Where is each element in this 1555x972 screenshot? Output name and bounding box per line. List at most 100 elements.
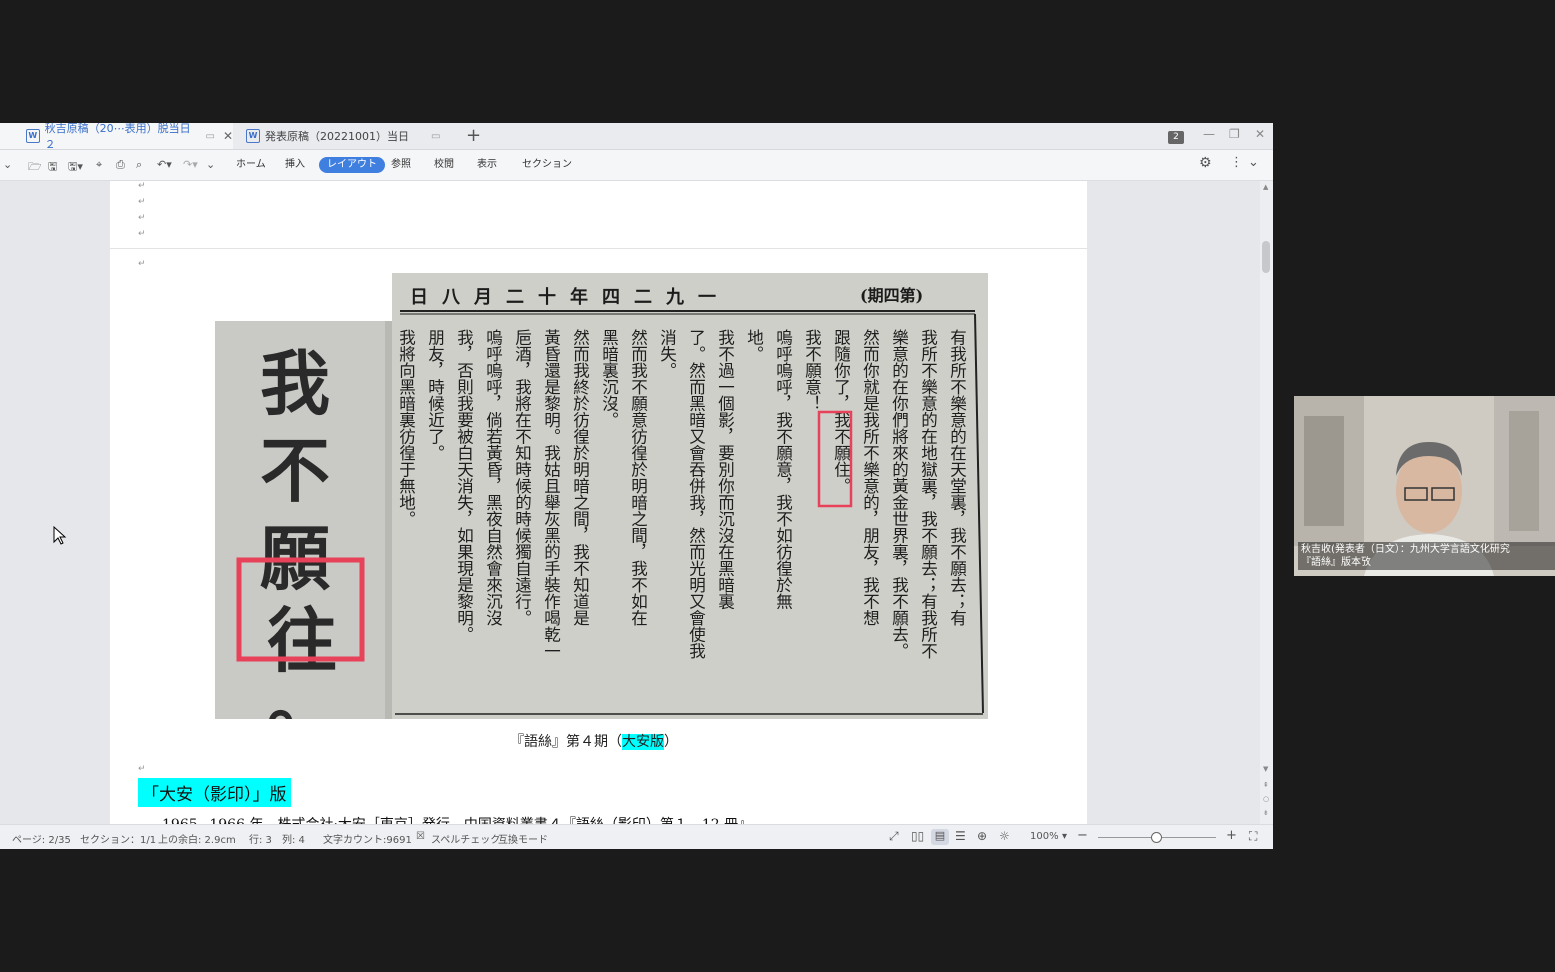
newspaper-column-text: 了。然而黑暗又會吞併我，然而光明又會使我 (687, 329, 706, 659)
newspaper-column-text: 黑暗裏沉沒。 (600, 329, 619, 428)
menu-review[interactable]: 校閲 (426, 157, 462, 173)
scroll-down-icon[interactable]: ▼ (1263, 765, 1268, 773)
zoom-out-icon[interactable]: − (1077, 828, 1088, 843)
line-indicator: 行: 3 (249, 835, 272, 846)
newspaper-column-text: 我，否則我要被白天消失，如果現是黎明。 (455, 329, 474, 643)
gear-icon[interactable]: ⚙ (1199, 155, 1212, 171)
word-count[interactable]: 文字カウント:9691 (323, 831, 412, 846)
wps-window: W 秋吉原稿（20⋯表用）脱当日２ ▭ ✕ W 発表原稿（20221001）当日… (0, 123, 1273, 849)
close-window-icon[interactable]: ✕ (1255, 127, 1265, 141)
margin-indicator: 上の余白: 2.9cm (158, 835, 236, 846)
minimize-icon[interactable]: — (1203, 127, 1215, 141)
paragraph-mark: ↵ (138, 197, 146, 207)
page-indicator[interactable]: ページ: 2/35 (12, 831, 71, 846)
monitor-icon[interactable]: ▭ (431, 131, 440, 142)
newspaper-column-text: 巵酒，我將在不知時候的時候獨自遠行。 (513, 329, 532, 626)
status-bar: ページ: 2/35 セクション：1/1 上の余白: 2.9cm 行: 3 列: … (0, 824, 1273, 849)
redo-icon[interactable]: ↷▾ (183, 158, 198, 171)
zoom-dropdown-icon[interactable]: ▾ (1062, 831, 1067, 842)
page-view-icon[interactable]: ▤ (931, 829, 949, 845)
newspaper-column-text: 嗚呼嗚呼，倘若黃昏，黑夜自然會來沉沒 (484, 329, 503, 627)
participant-name-text: 秋吉收(発表者（日文）：九州大学言語文化研究 (1301, 544, 1510, 555)
issue-label: (期四第) (860, 286, 923, 305)
newspaper-column-text: 我將向黑暗裏彷徨于無地。 (397, 329, 416, 527)
newspaper-column-text: 有我所不樂意的在天堂裏，我不願去；有 (948, 329, 967, 628)
spellcheck-icon[interactable]: ☒ (416, 831, 425, 842)
paragraph-mark: ↵ (138, 259, 146, 269)
window-count-badge: 2 (1168, 131, 1184, 144)
format-painter-icon[interactable]: ⌖ (96, 158, 102, 172)
caption-highlight: 大安版 (622, 734, 664, 750)
participant-subtitle: 『語絲』版本攷 (1301, 557, 1371, 568)
scroll-up-icon[interactable]: ▲ (1263, 183, 1268, 191)
caption-prefix: 『語絲』第４期（ (510, 734, 622, 750)
close-tab-icon[interactable]: ✕ (223, 129, 233, 143)
video-participant-tile[interactable]: 秋吉收(発表者（日文）：九州大学言語文化研究 『語絲』版本攷 (1294, 396, 1555, 576)
save-as-icon[interactable]: 🖫▾ (68, 158, 83, 177)
wps-writer-icon: W (26, 129, 40, 143)
participant-name: 秋吉收(発表者（日文）：九州大学言語文化研究 『語絲』版本攷 (1298, 542, 1555, 570)
newspaper-column-text: 黃昏還是黎明。我姑且舉灰黑的手裝作喝乾一 (542, 329, 561, 659)
new-tab-plus-icon[interactable]: + (466, 125, 481, 146)
open-folder-icon[interactable]: 🗁 (28, 158, 42, 177)
tab-document-2[interactable]: W 発表原稿（20221001）当日 ▭ (234, 123, 450, 149)
vertical-scrollbar[interactable]: ▲ ▼ ⇞ ○ ⇟ (1260, 181, 1273, 824)
newspaper-column-text: 朋友，時候近了。 (426, 329, 445, 461)
paragraph-mark: ↵ (138, 181, 146, 191)
tab-label: 発表原稿（20221001）当日 (265, 130, 409, 143)
zoom-level[interactable]: 100% (1030, 831, 1059, 842)
browse-object-icon[interactable]: ○ (1263, 795, 1269, 803)
undo-icon[interactable]: ↶▾ (157, 158, 172, 171)
ribbon-toolbar: ⌄ 🗁 🖫 🖫▾ ⌖ ⎙ ⌕ ↶▾ ↷▾ ⌄ ホーム 挿入 レイアウト 参照 校… (0, 150, 1273, 181)
monitor-icon[interactable]: ▭ (205, 131, 214, 142)
chevron-down-icon[interactable]: ⌄ (3, 158, 12, 171)
zoom-in-icon[interactable]: + (1226, 828, 1237, 843)
outline-view-icon[interactable]: ☰ (955, 829, 966, 843)
scroll-thumb[interactable] (1262, 241, 1270, 273)
zoom-char: 我 (260, 342, 330, 425)
menu-view[interactable]: 表示 (469, 157, 505, 173)
menu-layout[interactable]: レイアウト (319, 157, 385, 173)
zoom-slider-handle[interactable] (1151, 832, 1162, 843)
newspaper-column-text: 樂意的在你們將來的黃金世界裏，我不願去。 (890, 329, 909, 659)
prev-page-icon[interactable]: ⇞ (1263, 781, 1269, 789)
newspaper-image[interactable]: 我 不 願 往 。 (期四第) 日八月二十年四二九一 有我所不樂意的在天堂裏，我… (215, 273, 988, 719)
date-label: 日八月二十年四二九一 (410, 286, 730, 308)
column-indicator: 列: 4 (282, 835, 305, 846)
customize-icon[interactable]: ⌄ (206, 158, 215, 171)
wps-writer-icon: W (246, 129, 260, 143)
paragraph-mark: ↵ (138, 229, 146, 239)
menu-section[interactable]: セクション (514, 157, 580, 173)
more-icon[interactable]: ⋮ (1230, 155, 1243, 170)
zoom-char: 。 (267, 662, 337, 719)
zoom-char: 不 (260, 429, 330, 512)
paragraph-mark: ↵ (138, 764, 146, 774)
newspaper-column-text: 然而我不願意彷徨於明暗之間，我不如在 (629, 329, 648, 627)
tab-label: 秋吉原稿（20⋯表用）脱当日２ (44, 123, 191, 151)
eye-protect-icon[interactable]: ☼ (999, 829, 1010, 843)
menu-home[interactable]: ホーム (228, 157, 274, 173)
newspaper-column-text: 地。 (745, 329, 764, 362)
fullscreen-icon[interactable]: ⤢ (889, 829, 899, 844)
restore-icon[interactable]: ❐ (1229, 127, 1240, 141)
newspaper-column-text: 我不願意！ (803, 329, 822, 412)
tab-document-1[interactable]: W 秋吉原稿（20⋯表用）脱当日２ ▭ ✕ (0, 123, 233, 151)
menu-insert[interactable]: 挿入 (277, 157, 313, 173)
menu-references[interactable]: 参照 (383, 157, 419, 173)
next-page-icon[interactable]: ⇟ (1263, 809, 1269, 817)
newspaper-column-text: 我所不樂意的在地獄裏，我不願去；有我所不 (919, 329, 938, 660)
spellcheck-label[interactable]: スペルチェック (431, 831, 500, 846)
figure-caption: 『語絲』第４期（大安版） (510, 731, 678, 751)
save-icon[interactable]: 🖫 (48, 158, 57, 177)
newspaper-column-text: 嗚呼嗚呼，我不願意，我不如彷徨於無 (774, 329, 793, 610)
web-view-icon[interactable]: ⊕ (977, 829, 987, 843)
fit-page-icon[interactable]: ⛶ (1249, 829, 1257, 844)
newspaper-column-text: 然而你就是我所不樂意的，朋友，我不想 (861, 329, 880, 627)
collapse-ribbon-icon[interactable]: ⌄ (1248, 155, 1259, 170)
read-mode-icon[interactable]: ▯▯ (911, 829, 924, 843)
print-icon[interactable]: ⎙ (116, 158, 125, 172)
document-page[interactable]: ↵ ↵ ↵ ↵ ↵ 我 不 願 往 。 (期四第) 日八月二十年四二九一 有我所… (110, 181, 1087, 824)
mouse-cursor-icon (53, 526, 67, 545)
print-preview-icon[interactable]: ⌕ (136, 158, 142, 172)
caption-suffix: ） (664, 734, 678, 750)
